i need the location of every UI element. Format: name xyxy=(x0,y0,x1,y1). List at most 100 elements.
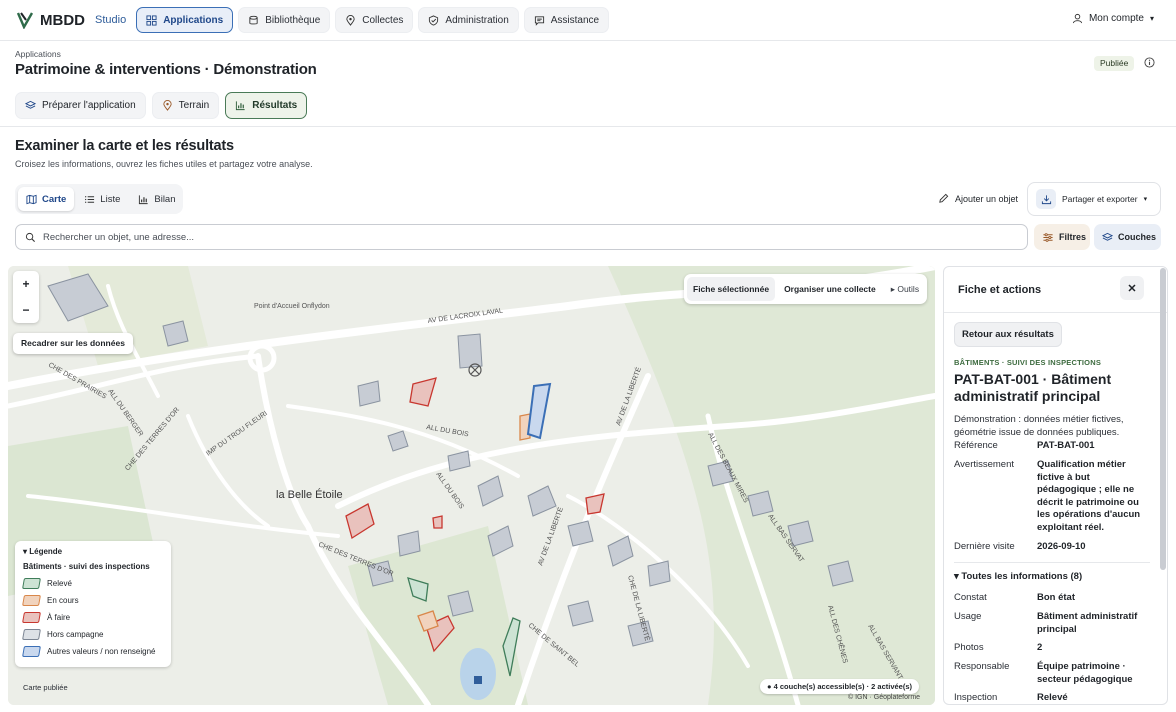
map-place-label: IMP DU TROU FLEURI xyxy=(205,410,269,458)
legend-label: Relevé xyxy=(47,579,72,588)
object-title: PAT-BAT-001 · Bâtiment administratif pri… xyxy=(954,371,1112,404)
nav-applications[interactable]: Applications xyxy=(136,7,234,33)
field-key: Dernière visite xyxy=(954,541,1015,552)
detail-value: Relevé xyxy=(1037,692,1068,703)
chat-icon xyxy=(534,15,544,26)
info-icon[interactable] xyxy=(1144,57,1155,68)
section-title: Examiner la carte et les résultats xyxy=(15,138,234,154)
field-key: Avertissement xyxy=(954,459,1015,470)
tab-carte[interactable]: Carte xyxy=(18,187,75,211)
map-place-label: ALL DES BEAUX MIRES xyxy=(706,432,749,505)
map-place-label: AV DE LA LIBERTÉ xyxy=(613,365,643,426)
tab-label: Carte xyxy=(42,193,67,205)
layers-icon xyxy=(25,100,36,109)
tab-label: Bilan xyxy=(154,193,176,205)
legend-item: En cours xyxy=(22,592,163,609)
legend-title[interactable]: ▾ Légende xyxy=(23,547,163,556)
add-object-button[interactable]: Ajouter un objet xyxy=(938,193,1018,204)
step-resultats[interactable]: Résultats xyxy=(225,92,308,119)
layers-button[interactable]: Couches xyxy=(1094,224,1161,250)
shield-icon xyxy=(429,14,439,26)
legend-swatch xyxy=(22,578,41,589)
user-icon xyxy=(1072,13,1083,24)
field-key: Référence xyxy=(954,440,998,451)
panel-scrollbar[interactable] xyxy=(1160,268,1166,570)
map-place-label: ALL DU BOIS xyxy=(434,471,465,510)
map-place-label: ALL DU BOIS xyxy=(426,424,470,438)
detail-key: Photos xyxy=(954,642,984,653)
share-export-button[interactable]: Partager et exporter ▾ xyxy=(1027,182,1161,216)
map-place-label: la Belle Étoile xyxy=(276,488,343,501)
detail-value: Bon état xyxy=(1037,592,1075,603)
nav-label: Applications xyxy=(163,14,224,26)
map-place-label: ALL DU BERGER xyxy=(106,388,144,438)
step-label: Préparer l'application xyxy=(42,100,136,111)
pencil-icon xyxy=(939,193,949,203)
top-bar: MBDD Studio Applications Bibliothèque Co… xyxy=(0,0,1176,41)
logo[interactable]: MBDD Studio xyxy=(16,11,126,29)
filters-button[interactable]: Filtres xyxy=(1034,224,1090,250)
map-footer: Carte publiée xyxy=(23,683,68,692)
divider xyxy=(0,126,1176,127)
account-menu[interactable]: Mon compte ▾ xyxy=(1072,13,1154,24)
grid-icon xyxy=(146,14,157,26)
nav-administration[interactable]: Administration xyxy=(418,7,519,33)
legend-label: À faire xyxy=(47,613,71,622)
account-label: Mon compte xyxy=(1088,13,1144,24)
map-place-label: CHE DES TERRES D'OR xyxy=(317,541,394,578)
map-place-label: ALL DES CHÊNES xyxy=(826,604,850,664)
demo-note: Démonstration : données métier fictives,… xyxy=(954,414,1124,438)
nav-label: Bibliothèque xyxy=(265,14,321,26)
map-place-label: AV DE LA LIBERTÉ xyxy=(535,505,565,566)
nav-assistance[interactable]: Assistance xyxy=(523,7,610,33)
step-preparer[interactable]: Préparer l'application xyxy=(15,92,146,119)
step-label: Terrain xyxy=(178,100,210,111)
pin-icon xyxy=(346,14,355,26)
search-input[interactable]: Rechercher un objet, une adresse... xyxy=(15,224,1028,250)
object-kicker: BÂTIMENTS · SUIVI DES INSPECTIONS xyxy=(954,358,1102,367)
divider xyxy=(954,562,1150,563)
back-to-results-button[interactable]: Retour aux résultats xyxy=(954,322,1062,347)
zoom-in-button[interactable]: + xyxy=(22,277,29,291)
legend-label: Autres valeurs / non renseigné xyxy=(47,647,156,656)
brand-studio: Studio xyxy=(95,14,127,26)
chart-icon xyxy=(139,194,148,204)
nav-bibliotheque[interactable]: Bibliothèque xyxy=(238,7,331,33)
tab-liste[interactable]: Liste xyxy=(76,187,128,211)
nav-label: Assistance xyxy=(550,14,600,26)
layers-status-text: 4 couche(s) accessible(s) · 2 activée(s) xyxy=(773,682,913,691)
map-place-label: CHE DE LA LIBERTÉ xyxy=(626,574,652,642)
zoom-out-button[interactable]: − xyxy=(22,303,29,317)
detail-key: Inspection xyxy=(954,692,998,703)
nav-label: Collectes xyxy=(362,14,404,26)
layers-status[interactable]: ● 4 couche(s) accessible(s) · 2 activée(… xyxy=(760,679,920,694)
chart-icon xyxy=(236,101,245,111)
step-terrain[interactable]: Terrain xyxy=(151,92,220,119)
all-info-toggle[interactable]: ▾ Toutes les informations (8) xyxy=(954,571,1082,582)
list-icon xyxy=(85,195,95,203)
search-placeholder: Rechercher un objet, une adresse... xyxy=(43,231,195,243)
step-bar: Préparer l'application Terrain Résultats xyxy=(15,92,308,119)
tools-toggle[interactable]: ▸ Outils xyxy=(885,277,925,301)
close-icon: ✕ xyxy=(1127,282,1137,295)
breadcrumb[interactable]: Applications xyxy=(15,49,61,59)
layers-label: Couches xyxy=(1118,232,1157,242)
close-panel-button[interactable]: ✕ xyxy=(1120,276,1144,300)
search-icon xyxy=(25,232,36,242)
map-icon xyxy=(26,194,37,204)
legend-swatch xyxy=(22,629,41,640)
tab-organiser-collecte[interactable]: Organiser une collecte xyxy=(778,277,882,301)
map-attribution[interactable]: © IGN · Géoplateforme xyxy=(848,694,920,701)
nav-collectes[interactable]: Collectes xyxy=(335,7,414,33)
tab-fiche-selectionnee[interactable]: Fiche sélectionnée xyxy=(687,277,776,301)
recenter-button[interactable]: Recadrer sur les données xyxy=(13,333,133,354)
tab-bilan[interactable]: Bilan xyxy=(130,187,183,211)
chevron-down-icon: ▾ xyxy=(1143,196,1148,203)
detail-value: Bâtiment administratif principal xyxy=(1037,611,1138,635)
chevron-down-icon: ▾ xyxy=(1149,14,1154,23)
map-place-label: CHE DE SAINT BEL xyxy=(527,622,581,669)
detail-key: Responsable xyxy=(954,661,1010,672)
zoom-control: + − xyxy=(13,271,39,323)
download-icon xyxy=(1036,189,1056,209)
field-value: 2026-09-10 xyxy=(1037,541,1086,552)
